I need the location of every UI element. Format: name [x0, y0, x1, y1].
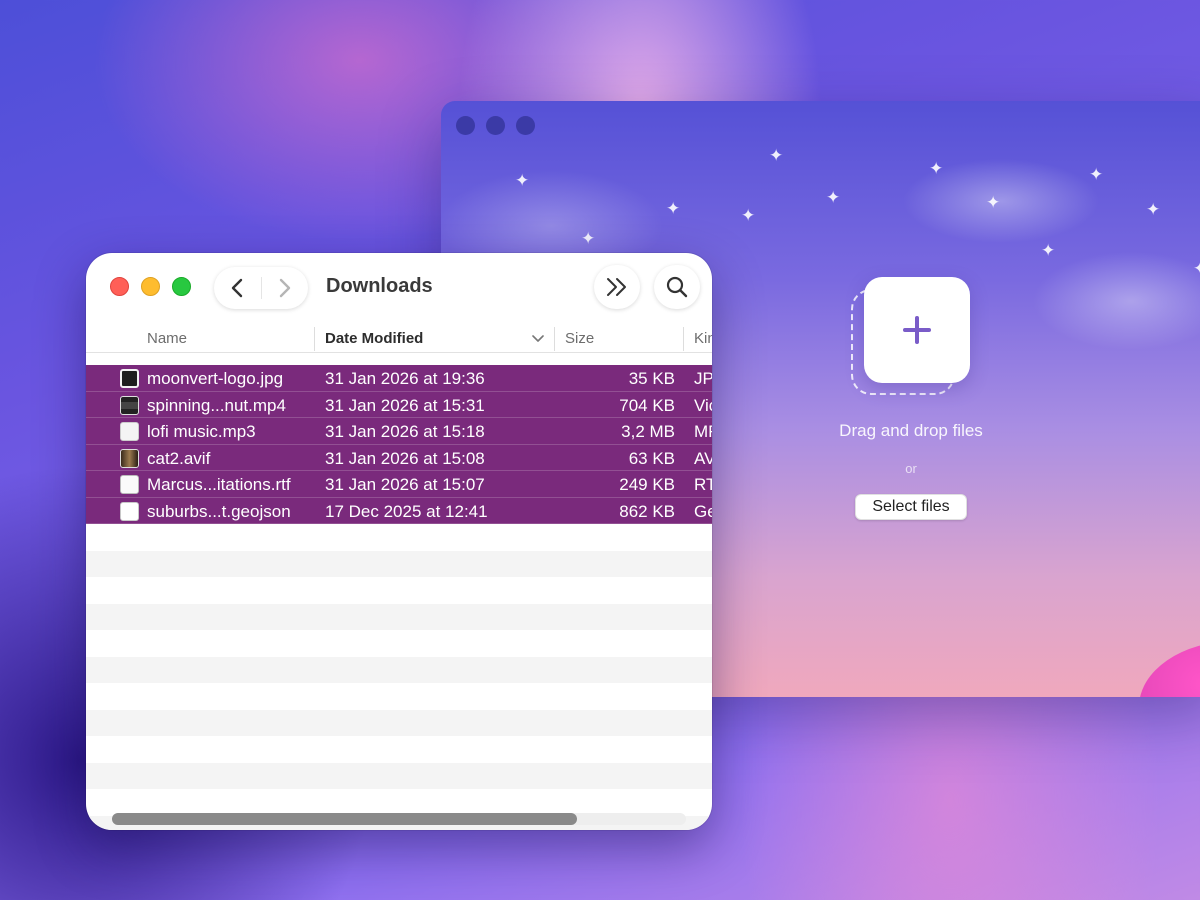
minimize-dot[interactable]: [486, 116, 505, 135]
sparkle-icon: ✦: [666, 199, 681, 219]
sparkle-icon: ✦: [581, 229, 596, 249]
empty-row: [86, 762, 712, 789]
document-file-icon: [120, 501, 139, 521]
file-size: 862 KB: [619, 501, 675, 521]
file-row[interactable]: cat2.avif 31 Jan 2026 at 15:08 63 KB AV: [86, 444, 712, 471]
empty-row: [86, 736, 712, 763]
empty-row: [86, 524, 712, 551]
close-dot[interactable]: [456, 116, 475, 135]
file-name: lofi music.mp3: [147, 422, 256, 441]
file-row[interactable]: suburbs...t.geojson 17 Dec 2025 at 12:41…: [86, 497, 712, 524]
file-size: 35 KB: [628, 369, 675, 388]
window-controls[interactable]: [456, 116, 535, 135]
empty-row: [86, 577, 712, 604]
video-file-icon: [120, 395, 139, 415]
file-size: 3,2 MB: [621, 422, 675, 441]
chevron-left-icon: [232, 278, 243, 298]
sparkle-icon: ✦: [929, 159, 944, 179]
sparkle-icon: ✦: [1041, 241, 1056, 261]
file-kind: Vic: [694, 395, 712, 415]
zoom-dot[interactable]: [516, 116, 535, 135]
empty-row: [86, 789, 712, 816]
double-chevron-right-icon: [607, 278, 626, 296]
horizontal-scrollbar[interactable]: [112, 813, 686, 825]
image-file-icon: [120, 448, 139, 468]
empty-row: [86, 550, 712, 577]
decorative-blob: [1139, 641, 1200, 697]
file-name: Marcus...itations.rtf: [147, 475, 291, 494]
file-name: moonvert-logo.jpg: [147, 369, 284, 388]
file-list: moonvert-logo.jpg 31 Jan 2026 at 19:36 3…: [86, 365, 712, 830]
audio-file-icon: [120, 422, 139, 441]
more-toolbar-button[interactable]: [594, 265, 640, 309]
sparkle-icon: ✦: [769, 146, 784, 166]
empty-row: [86, 656, 712, 683]
empty-row: [86, 630, 712, 657]
back-button[interactable]: [214, 267, 261, 309]
minimize-button[interactable]: [141, 277, 160, 296]
chevron-right-icon: [279, 278, 290, 298]
drag-drop-label: Drag and drop files: [839, 421, 983, 440]
column-divider[interactable]: [554, 327, 555, 351]
search-button[interactable]: [654, 265, 700, 309]
sparkle-icon: ✦: [826, 188, 841, 208]
plus-icon: [903, 316, 931, 344]
file-date: 17 Dec 2025 at 12:41: [325, 501, 488, 521]
sparkle-icon: ✦: [1089, 165, 1104, 185]
file-name: cat2.avif: [147, 448, 211, 468]
file-size: 704 KB: [619, 395, 675, 415]
column-header: Name Date Modified Size Kin: [86, 325, 712, 353]
file-row[interactable]: moonvert-logo.jpg 31 Jan 2026 at 19:36 3…: [86, 365, 712, 392]
file-kind: RT: [694, 475, 712, 494]
file-name: suburbs...t.geojson: [147, 501, 291, 521]
file-kind: MF: [694, 422, 712, 441]
file-size: 63 KB: [628, 448, 675, 468]
column-kind[interactable]: Kin: [694, 330, 712, 347]
forward-button[interactable]: [261, 267, 308, 309]
file-kind: JP: [694, 369, 712, 388]
column-divider[interactable]: [314, 327, 315, 351]
rtf-file-icon: [120, 475, 139, 494]
file-row[interactable]: spinning...nut.mp4 31 Jan 2026 at 15:31 …: [86, 391, 712, 418]
search-icon: [666, 276, 688, 298]
sparkle-icon: ✦: [1146, 200, 1161, 220]
scrollbar-thumb[interactable]: [112, 813, 577, 825]
file-date: 31 Jan 2026 at 15:18: [325, 422, 485, 441]
finder-window: Downloads Name Date Modified Size Kin mo…: [86, 253, 712, 830]
file-size: 249 KB: [619, 475, 675, 494]
or-label: or: [905, 461, 917, 476]
close-button[interactable]: [110, 277, 129, 296]
drop-zone[interactable]: [851, 277, 971, 397]
file-date: 31 Jan 2026 at 15:31: [325, 395, 485, 415]
file-kind: Ge: [694, 501, 712, 521]
file-date: 31 Jan 2026 at 15:08: [325, 448, 485, 468]
sparkle-icon: ✦: [515, 171, 530, 191]
window-title: Downloads: [326, 275, 433, 297]
sparkle-icon: ✦: [986, 193, 1001, 213]
navigation-buttons: [214, 267, 308, 309]
empty-row: [86, 603, 712, 630]
add-files-button[interactable]: [864, 277, 970, 383]
sparkle-icon: ✦: [741, 206, 756, 226]
file-date: 31 Jan 2026 at 19:36: [325, 369, 485, 388]
image-file-icon: [120, 369, 139, 388]
sparkle-icon: ✦: [1193, 261, 1200, 278]
zoom-button[interactable]: [172, 277, 191, 296]
file-name: spinning...nut.mp4: [147, 395, 286, 415]
column-date-modified[interactable]: Date Modified: [325, 330, 423, 347]
file-kind: AV: [694, 448, 712, 468]
column-size[interactable]: Size: [565, 330, 594, 347]
column-divider[interactable]: [683, 327, 684, 351]
empty-row: [86, 683, 712, 710]
empty-row: [86, 709, 712, 736]
column-name[interactable]: Name: [147, 330, 187, 347]
chevron-down-icon: [532, 335, 544, 342]
file-row[interactable]: lofi music.mp3 31 Jan 2026 at 15:18 3,2 …: [86, 418, 712, 445]
select-files-button[interactable]: Select files: [855, 494, 967, 520]
file-row[interactable]: Marcus...itations.rtf 31 Jan 2026 at 15:…: [86, 471, 712, 498]
file-date: 31 Jan 2026 at 15:07: [325, 475, 485, 494]
window-controls: [110, 277, 191, 296]
